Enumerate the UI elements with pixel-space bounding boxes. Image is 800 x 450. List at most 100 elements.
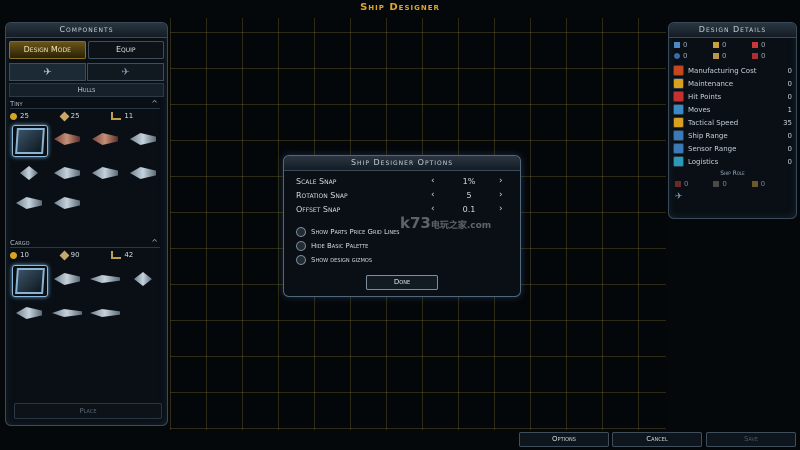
tab-hulls[interactable]: ✈ [9,63,86,81]
cancel-button[interactable]: Cancel [612,432,702,447]
detail-row: Sensor Range 0 [673,142,792,155]
checkbox[interactable] [296,240,306,251]
hull-cargo-3[interactable] [88,265,122,293]
show-design-gizmos-check[interactable]: Show design gizmos [296,254,372,265]
collapse-icon[interactable]: ^ [151,99,158,108]
design-mode-button[interactable]: Design Mode [9,41,86,59]
ship-icon [92,167,118,179]
missile-value: 0 [761,41,766,49]
options-button[interactable]: Options [519,432,609,447]
shield-icon [674,53,680,59]
offset-snap-right-arrow[interactable]: › [499,204,503,214]
hull-cargo-5[interactable] [12,299,46,327]
hull-tiny-6[interactable] [50,159,84,187]
watermark-main: k73 [400,214,431,232]
tiny-capacity: 11 [124,112,134,120]
ship-icon [130,133,156,145]
tiny-stats: 25 25 11 [10,111,162,121]
rotation-snap-right-arrow[interactable]: › [499,190,503,200]
detail-rows: Manufacturing Cost 0 Maintenance 0 Hit Point… [669,64,796,168]
done-button[interactable]: Done [366,275,438,290]
hp-icon [59,111,70,121]
cargo-cost: 10 [20,251,29,259]
hull-cargo-4[interactable] [126,265,160,293]
save-button[interactable]: Save [706,432,796,447]
ship-icon [54,197,80,209]
kinetic-icon [713,42,719,48]
hull-tiny-selected[interactable] [12,125,48,157]
components-panel: Components Design Mode Equip ✈ ✈ Hulls T… [5,22,168,426]
ship-icon [90,309,120,317]
show-parts-price-check[interactable]: Show Parts Price Grid Lines [296,226,399,237]
hull-tiny-3[interactable] [88,125,122,153]
detail-row: Moves 1 [673,103,792,116]
detail-value: 0 [787,92,792,101]
hull-tiny-7[interactable] [88,159,122,187]
cost-icon [10,251,17,259]
ship-icon [92,133,118,145]
scale-snap-left-arrow[interactable]: ‹ [431,176,435,186]
hull-cargo-selected[interactable] [12,265,48,297]
dialog-title: Ship Designer Options [284,156,520,171]
tab-parts[interactable]: ✈ [87,63,164,81]
offset-snap-left-arrow[interactable]: ‹ [431,204,435,214]
rotation-snap-left-arrow[interactable]: ‹ [431,190,435,200]
scale-snap-right-arrow[interactable]: › [499,176,503,186]
tiny-cost: 25 [20,112,29,120]
detail-row: Manufacturing Cost 0 [673,64,792,77]
rotation-snap-label: Rotation Snap [296,191,348,200]
ship-icon [20,166,38,180]
collapse-icon[interactable]: ^ [151,238,158,247]
hulls-header: Hulls [9,83,164,97]
hull-cargo-2[interactable] [50,265,84,293]
scale-snap-value: 1% [462,177,476,186]
detail-row: Maintenance 0 [673,77,792,90]
hull-tiny-8[interactable] [126,159,160,187]
hull-cargo-7[interactable] [88,299,122,327]
hull-box-icon [15,128,45,154]
checkbox[interactable] [296,254,306,265]
hull-tiny-4[interactable] [126,125,160,153]
cargo-capacity: 42 [124,251,134,259]
hull-tiny-10[interactable] [50,189,84,217]
part-tab-icon: ✈ [121,66,130,78]
capacity-icon [111,251,122,259]
detail-row: Hit Points 0 [673,90,792,103]
ship-icon [130,167,156,179]
armor-value: 0 [722,52,727,60]
design-details-panel: Design Details 0 0 0 0 0 0 Manufacturing… [668,22,797,219]
design-details-header: Design Details [669,23,796,38]
hull-tiny-2[interactable] [50,125,84,153]
tiny-section-label[interactable]: Tiny ^ [10,99,160,109]
hull-cargo-6[interactable] [50,299,84,327]
ship-icon [54,133,80,145]
detail-row: Logistics 0 [673,155,792,168]
beam-value: 0 [683,41,688,49]
stat-icon [673,117,684,128]
detail-value: 0 [787,79,792,88]
stat-icon [673,104,684,115]
detail-label: Ship Range [688,131,728,140]
hide-basic-palette-check[interactable]: Hide Basic Palette [296,240,368,251]
stat-icon [673,156,684,167]
stat-icon [673,91,684,102]
cargo-section-label[interactable]: Cargo ^ [10,238,160,248]
show-parts-price-label: Show Parts Price Grid Lines [311,227,400,236]
components-header: Components [6,23,167,38]
point-defense-icon [752,53,758,59]
hull-tiny-5[interactable] [12,159,46,187]
weapon-defense-summary: 0 0 0 0 0 0 [674,41,791,60]
hull-tiny-9[interactable] [12,189,46,217]
offset-snap-value: 0.1 [462,205,476,214]
detail-value: 0 [787,66,792,75]
equip-button[interactable]: Equip [87,41,164,59]
place-button[interactable]: Place [14,403,162,419]
checkbox[interactable] [296,226,306,237]
detail-row: Ship Range 0 [673,129,792,142]
tiny-hull-grid [12,125,162,217]
tiny-label: Tiny [10,100,23,108]
watermark-sub: 电玩之家 [430,221,467,231]
ship-role-label: Ship Role [720,170,745,177]
detail-label: Sensor Range [688,144,737,153]
ship-role-values: 0 0 0 [675,180,790,188]
